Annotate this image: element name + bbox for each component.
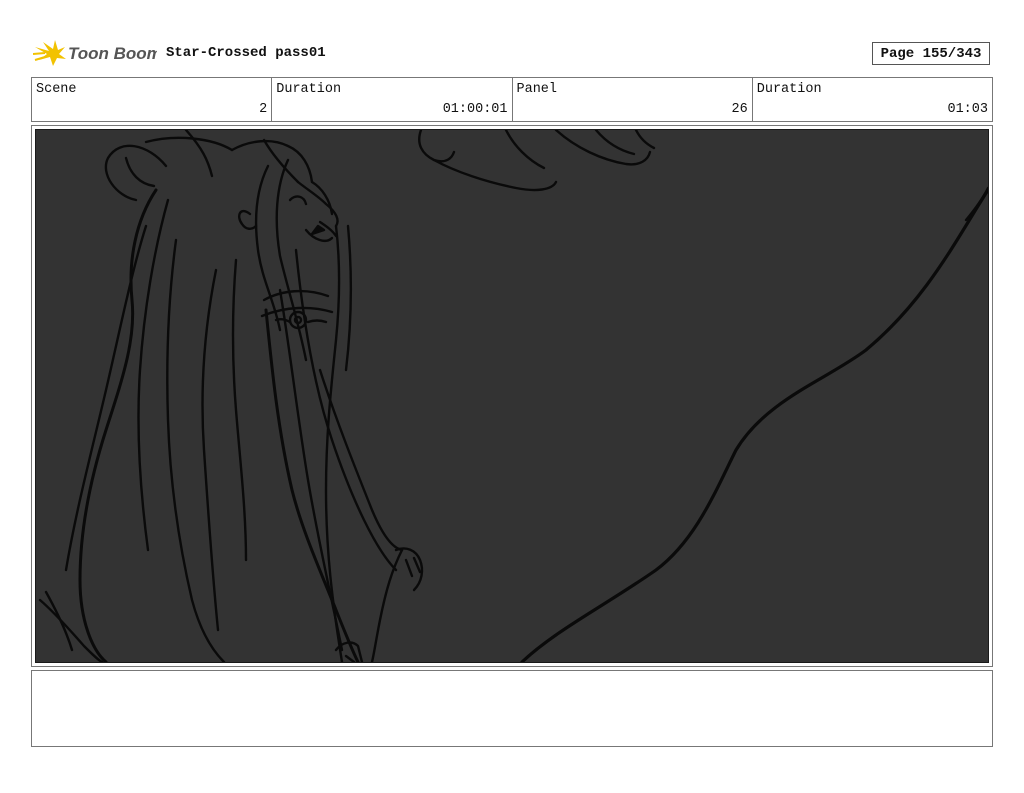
storyboard-sketch	[35, 129, 989, 663]
document-title: Star-Crossed pass01	[166, 45, 326, 61]
scene-value: 2	[259, 102, 268, 117]
panel-cell: Panel 26	[513, 78, 753, 121]
panel-label: Panel	[516, 82, 558, 97]
panel-duration-value: 01:03	[947, 102, 988, 117]
scene-duration-label: Duration	[276, 82, 342, 97]
logo-text: Toon Boom	[68, 44, 157, 63]
panel-notes	[31, 670, 993, 747]
toon-boom-logo: Toon Boom	[33, 38, 157, 70]
panel-duration-cell: Duration 01:03	[753, 78, 992, 121]
scene-duration-value: 01:00:01	[442, 102, 508, 117]
star-burst-icon	[33, 40, 66, 66]
panel-value: 26	[731, 102, 748, 117]
sketch-drawing	[38, 130, 988, 662]
toon-boom-logo-graphic: Toon Boom	[33, 40, 157, 66]
storyboard-panel-frame	[31, 125, 993, 667]
panel-info-table: Scene 2 Duration 01:00:01 Panel 26 Durat…	[31, 77, 993, 122]
scene-label: Scene	[36, 82, 77, 97]
scene-cell: Scene 2	[32, 78, 273, 121]
scene-duration-cell: Duration 01:00:01	[272, 78, 513, 121]
page-number: Page 155/343	[872, 42, 990, 65]
panel-duration-label: Duration	[756, 82, 822, 97]
